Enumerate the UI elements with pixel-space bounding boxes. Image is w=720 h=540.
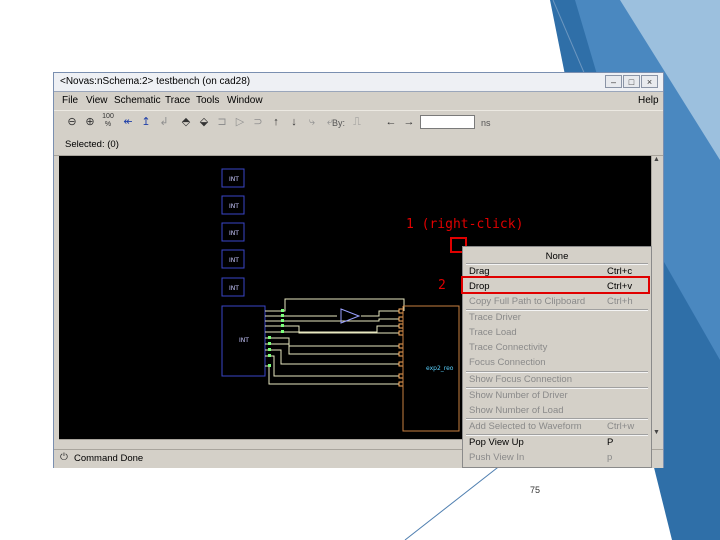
or-gate-icon[interactable]: ⊃: [251, 115, 265, 129]
menu-item-add-to-waveform[interactable]: Add Selected to Waveform: [469, 421, 582, 432]
menu-separator: [466, 418, 648, 420]
menu-schematic[interactable]: Schematic: [114, 95, 161, 106]
waveform-edge-icon[interactable]: ⎍: [350, 115, 364, 129]
zoom-in-icon[interactable]: ⊕: [83, 115, 97, 129]
menu-item-trace-connectivity[interactable]: Trace Connectivity: [469, 342, 547, 353]
menu-item-trace-driver[interactable]: Trace Driver: [469, 312, 521, 323]
zoom-100-icon[interactable]: 100 %: [101, 113, 115, 128]
menu-tools[interactable]: Tools: [196, 95, 219, 106]
scroll-up-icon[interactable]: ▲: [653, 156, 660, 163]
buffer-gate-icon[interactable]: ▷: [233, 115, 247, 129]
menu-item-copy-full-path[interactable]: Copy Full Path to Clipboard: [469, 296, 585, 307]
menu-window[interactable]: Window: [227, 95, 263, 106]
menu-separator: [466, 371, 648, 373]
selection-bar: Selected: (0): [54, 135, 663, 156]
next-arrow-icon[interactable]: →: [402, 115, 416, 129]
menu-item-show-focus-connection[interactable]: Show Focus Connection: [469, 374, 572, 385]
menu-shortcut-add-to-waveform: Ctrl+w: [607, 421, 635, 432]
output-ports: [398, 308, 404, 387]
annotation-step-1: 1 (right-click): [406, 217, 524, 232]
menu-item-focus-connection[interactable]: Focus Connection: [469, 357, 546, 368]
time-input[interactable]: [420, 115, 475, 129]
signal-label: exp2_reo: [426, 365, 454, 372]
up-arrow-icon[interactable]: ↑: [269, 115, 283, 129]
menu-item-show-number-driver[interactable]: Show Number of Driver: [469, 390, 568, 401]
menu-item-trace-load[interactable]: Trace Load: [469, 327, 517, 338]
annotation-step-2: 2: [438, 278, 446, 293]
time-unit-label: ns: [481, 118, 491, 128]
menu-separator: [466, 309, 648, 311]
main-int-label: INT: [239, 337, 249, 344]
drop-highlight-box: [461, 276, 650, 294]
menu-separator: [466, 434, 648, 436]
menu-shortcut-pop-view-up: P: [607, 437, 614, 448]
by-label: By:: [332, 118, 346, 128]
and-gate-icon[interactable]: ⊐: [215, 115, 229, 129]
int-label-4: INT: [229, 257, 239, 264]
return-icon[interactable]: ↲: [157, 115, 171, 129]
menu-trace[interactable]: Trace: [165, 95, 190, 106]
int-label-1: INT: [229, 176, 239, 183]
power-icon: ⏻: [60, 452, 68, 463]
menu-item-pop-view-up[interactable]: Pop View Up: [469, 437, 524, 448]
maximize-button[interactable]: □: [623, 75, 640, 88]
prev-arrow-icon[interactable]: ←: [384, 115, 398, 129]
wires: [265, 298, 405, 385]
menu-shortcut-push-view-in: p: [607, 452, 613, 463]
menu-separator: [466, 263, 648, 265]
menu-view[interactable]: View: [86, 95, 108, 106]
down-arrow-icon[interactable]: ↓: [287, 115, 301, 129]
trace-up-icon[interactable]: ↥: [139, 115, 153, 129]
int-label-5: INT: [229, 285, 239, 292]
menu-file[interactable]: File: [62, 95, 78, 106]
menu-item-push-view-in[interactable]: Push View In: [469, 452, 524, 463]
context-menu-header: None: [545, 251, 569, 262]
push-icon[interactable]: ⬘: [179, 115, 193, 129]
selected-count: Selected: (0): [65, 139, 119, 150]
vertical-scrollbar[interactable]: ▲ ▼: [651, 156, 662, 439]
status-text: Command Done: [74, 453, 144, 464]
menu-bar: File View Schematic Trace Tools Window H…: [54, 92, 663, 109]
title-bar: <Novas:nSchema:2> testbench (on cad28) –…: [54, 73, 663, 92]
menu-help[interactable]: Help: [638, 95, 659, 106]
back-arrow-icon[interactable]: ↞: [121, 115, 135, 129]
minimize-button[interactable]: –: [605, 75, 622, 88]
menu-shortcut-copy-full-path: Ctrl+h: [607, 296, 633, 307]
window-title: <Novas:nSchema:2> testbench (on cad28): [60, 76, 251, 87]
int-label-3: INT: [229, 230, 239, 237]
int-label-2: INT: [229, 203, 239, 210]
menu-separator: [466, 387, 648, 389]
connect-icon[interactable]: ⤷: [305, 115, 319, 129]
pop-icon[interactable]: ⬙: [197, 115, 211, 129]
zoom-out-icon[interactable]: ⊖: [65, 115, 79, 129]
page-number: 75: [530, 485, 541, 495]
toolbar: ⊖ ⊕ 100 % ↞ ↥ ↲ ⬘ ⬙ ⊐ ▷ ⊃ ↑ ↓ ⤷ ⤶ By: ⎍ …: [54, 110, 663, 136]
scroll-down-icon[interactable]: ▼: [653, 429, 660, 436]
menu-item-show-number-load[interactable]: Show Number of Load: [469, 405, 564, 416]
close-button[interactable]: ×: [641, 75, 658, 88]
